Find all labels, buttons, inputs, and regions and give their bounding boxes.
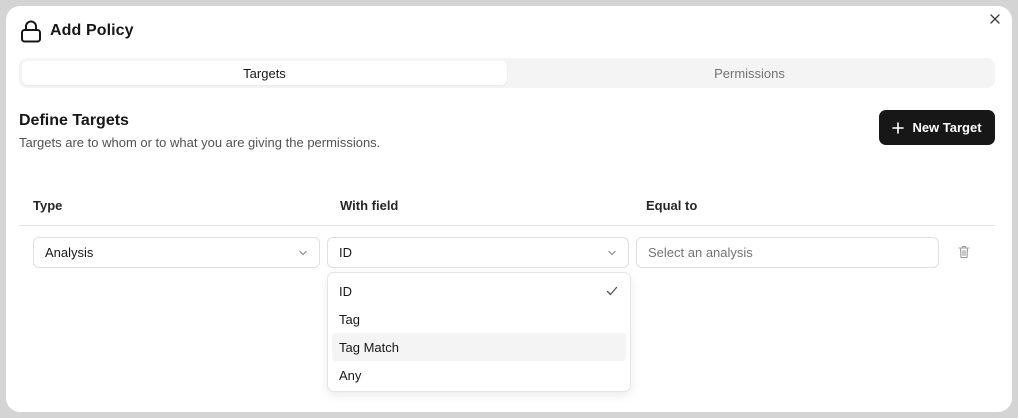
section-title: Define Targets — [19, 112, 129, 129]
chevron-down-icon — [298, 248, 308, 258]
new-target-label: New Target — [912, 120, 982, 135]
close-icon — [990, 14, 1000, 24]
delete-row-button[interactable] — [957, 244, 971, 260]
trash-icon — [958, 245, 970, 259]
option-label: ID — [339, 283, 352, 299]
field-select-value: ID — [339, 245, 352, 260]
analysis-select[interactable]: Select an analysis — [636, 237, 939, 268]
option-label: Tag Match — [339, 339, 399, 355]
new-target-button[interactable]: New Target — [879, 110, 995, 145]
dropdown-option-any[interactable]: Any — [332, 361, 626, 389]
option-label: Any — [339, 367, 362, 383]
tab-targets[interactable]: Targets — [22, 61, 507, 85]
plus-icon — [892, 121, 905, 134]
dropdown-option-tag-match[interactable]: Tag Match — [332, 333, 626, 361]
tab-list: Targets Permissions — [19, 58, 995, 88]
field-select[interactable]: ID — [327, 237, 629, 268]
type-select[interactable]: Analysis — [33, 237, 320, 268]
tab-permissions[interactable]: Permissions — [507, 61, 992, 85]
dropdown-option-id[interactable]: ID — [332, 277, 626, 305]
option-label: Tag — [339, 311, 360, 327]
dialog-header: Add Policy — [20, 18, 134, 44]
column-header-type: Type — [33, 198, 63, 213]
chevron-down-icon — [607, 248, 617, 258]
header-divider — [19, 225, 995, 226]
close-button[interactable] — [988, 12, 1002, 26]
field-dropdown-menu: ID Tag Tag Match Any — [327, 272, 631, 392]
dropdown-option-tag[interactable]: Tag — [332, 305, 626, 333]
analysis-select-placeholder: Select an analysis — [648, 245, 753, 260]
add-policy-dialog: Add Policy Targets Permissions Define Ta… — [6, 6, 1012, 412]
lock-icon — [20, 19, 42, 43]
section-description: Targets are to whom or to what you are g… — [19, 135, 381, 150]
check-icon — [605, 284, 619, 298]
column-header-equal-to: Equal to — [646, 198, 698, 213]
column-header-with-field: With field — [340, 198, 399, 213]
dialog-title: Add Policy — [50, 22, 134, 39]
type-select-value: Analysis — [45, 245, 94, 260]
